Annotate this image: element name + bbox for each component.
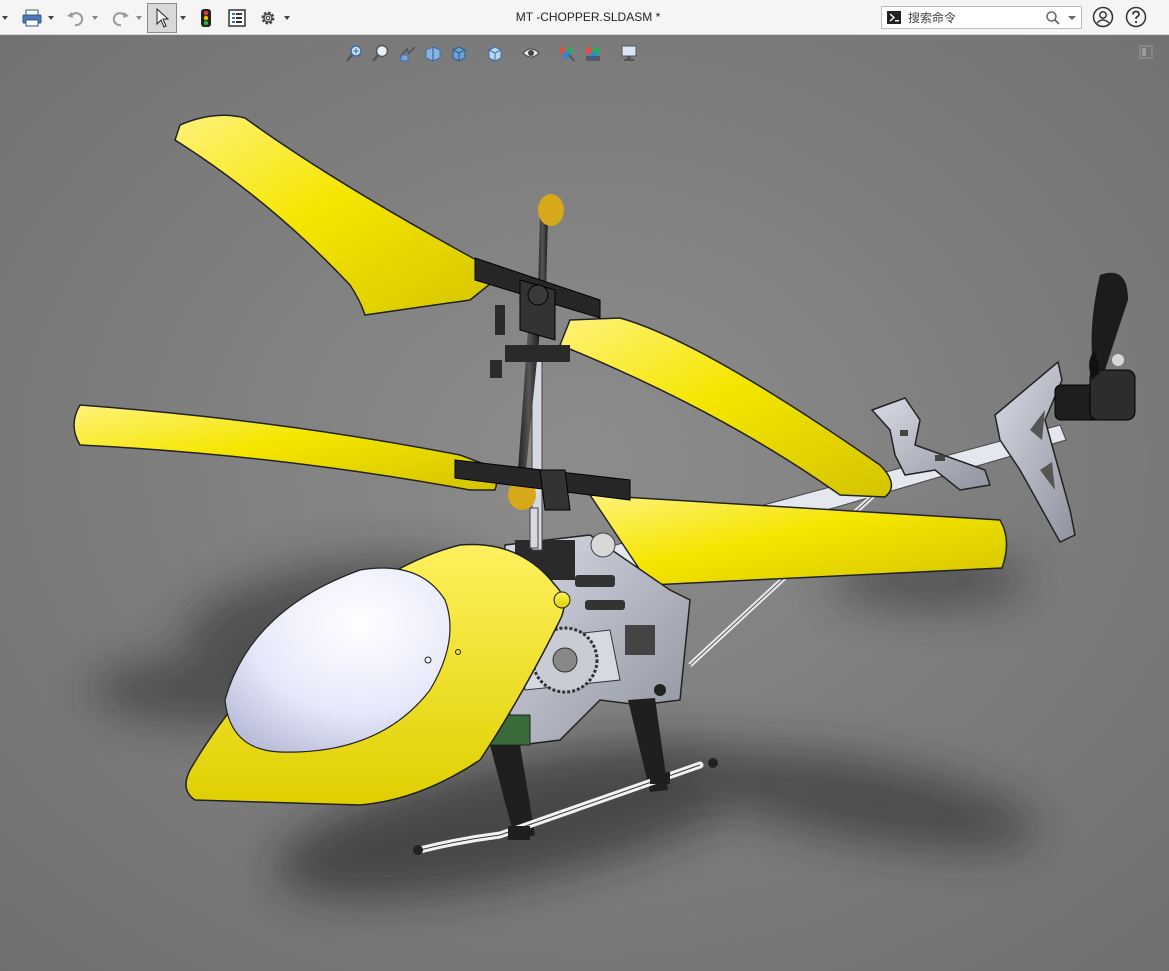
view-settings-icon [621,45,637,61]
display-style-icon [488,46,502,62]
pointer-icon [156,7,169,28]
view-orientation-icon [452,46,466,62]
undo-caret[interactable] [90,15,99,20]
view-orientation-button[interactable] [446,41,472,65]
heads-up-view-toolbar [342,40,642,66]
search-box[interactable] [881,6,1082,29]
file-properties-button[interactable] [224,4,250,32]
gear-icon [261,11,275,24]
hide-show-items-button[interactable] [518,41,544,65]
chevron-down-icon [179,15,186,20]
chevron-down-icon [91,15,98,20]
traffic-light-icon [201,8,211,27]
chevron-down-icon [135,15,142,20]
help-icon[interactable] [1125,6,1147,28]
search-input[interactable] [906,10,1040,25]
zoom-to-area-button[interactable] [368,41,394,65]
graphics-viewport[interactable] [0,36,1169,971]
magnifier-icon[interactable] [1045,10,1061,26]
zoom-to-area-icon [372,44,389,62]
apply-scene-icon [586,47,600,61]
zoom-to-fit-button[interactable] [342,41,368,65]
undo-button[interactable] [63,4,89,32]
display-style-button[interactable] [482,41,508,65]
edit-appearance-button[interactable] [554,41,580,65]
chevron-down-icon[interactable] [1065,13,1079,23]
options-caret[interactable] [282,15,291,20]
section-view-icon [425,46,441,62]
section-view-button[interactable] [420,41,446,65]
chevron-down-icon [1,15,8,20]
expand-panel-icon[interactable] [1139,45,1153,59]
view-settings-button[interactable] [616,41,642,65]
print-caret[interactable] [46,15,55,20]
printer-icon [22,9,42,26]
print-button[interactable] [19,4,45,32]
servo-link [654,684,666,696]
edit-appearance-icon [560,47,575,62]
apply-scene-button[interactable] [580,41,606,65]
undo-icon [67,11,84,26]
redo-button[interactable] [107,4,133,32]
command-prompt-icon [887,10,901,24]
hide-show-icon [522,48,540,58]
user-icon[interactable] [1092,6,1114,28]
menu-caret[interactable] [0,15,9,20]
redo-caret[interactable] [134,15,143,20]
zoom-to-fit-icon [346,45,362,62]
chevron-down-icon [47,15,54,20]
options-button[interactable] [255,4,281,32]
title-bar: MT -CHOPPER.SLDASM * [0,0,1169,35]
previous-view-button[interactable] [394,41,420,65]
chevron-down-icon [283,15,290,20]
rebuild-button[interactable] [193,4,219,32]
file-properties-icon [228,8,246,27]
redo-icon [112,11,129,26]
previous-view-icon [399,46,416,62]
window-title: MT -CHOPPER.SLDASM * [515,10,661,24]
select-caret[interactable] [178,15,187,20]
select-button[interactable] [147,2,177,33]
